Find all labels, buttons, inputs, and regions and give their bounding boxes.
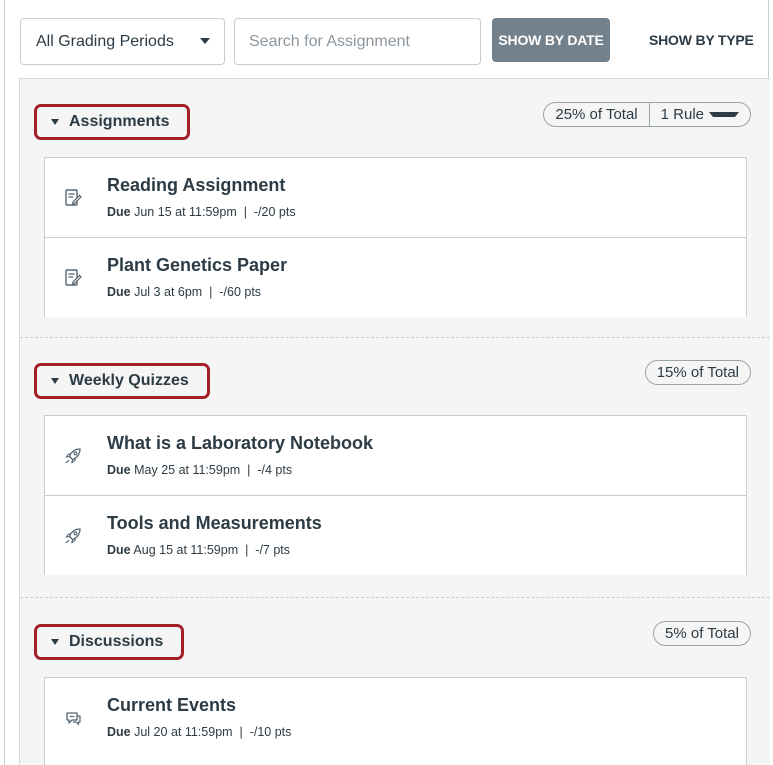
due-date: Jun 15 at 11:59pm — [134, 205, 237, 219]
group-weight: 25% of Total — [555, 106, 638, 123]
caret-down-icon — [51, 639, 59, 645]
item-title[interactable]: Reading Assignment — [107, 175, 285, 196]
points: -/4 pts — [257, 463, 293, 477]
group-weight-pill: 15% of Total — [644, 360, 751, 385]
separator: | — [209, 285, 213, 299]
assignments-page: All Grading Periods SHOW BY DATE SHOW BY… — [4, 0, 770, 765]
caret-down-icon — [51, 119, 59, 125]
list-item[interactable]: Plant Genetics Paper Due Jul 3 at 6pm | … — [45, 238, 746, 318]
item-meta: Due Jul 3 at 6pm | -/60 pts — [107, 285, 261, 299]
group-items: What is a Laboratory Notebook Due May 25… — [44, 415, 747, 575]
separator: | — [247, 463, 251, 477]
rules-dropdown[interactable]: 1 Rule — [648, 103, 750, 126]
group-items: Reading Assignment Due Jun 15 at 11:59pm… — [44, 157, 747, 317]
points: -/20 pts — [253, 205, 296, 219]
group-weight: 15% of Total — [656, 364, 739, 381]
assignment-group-discussions: Discussions 5% of Total Current Events D… — [20, 597, 770, 765]
assignment-groups-panel: Assignments 25% of Total 1 Rule Reading … — [19, 78, 770, 765]
list-item[interactable]: Tools and Measurements Due Aug 15 at 11:… — [45, 496, 746, 576]
group-weight-pill: 5% of Total — [653, 621, 751, 646]
group-toggle-discussions[interactable]: Discussions — [34, 624, 185, 660]
chevron-down-icon — [200, 38, 210, 44]
group-toggle-assignments[interactable]: Assignments — [34, 104, 191, 140]
due-label: Due — [107, 285, 131, 299]
show-by-type-button[interactable]: SHOW BY TYPE — [649, 18, 754, 62]
group-header: Discussions 5% of Total — [20, 597, 770, 675]
due-date: Jul 20 at 11:59pm — [134, 725, 233, 739]
group-name: Assignments — [69, 113, 170, 130]
item-title[interactable]: Current Events — [107, 695, 236, 716]
due-label: Due — [107, 205, 131, 219]
points: -/10 pts — [249, 725, 292, 739]
grading-period-value: All Grading Periods — [36, 32, 174, 50]
due-date: May 25 at 11:59pm — [134, 463, 241, 477]
toolbar: All Grading Periods SHOW BY DATE SHOW BY… — [5, 0, 768, 80]
group-header: Weekly Quizzes 15% of Total — [20, 337, 770, 415]
chevron-down-icon — [709, 112, 739, 117]
grading-period-select[interactable]: All Grading Periods — [20, 18, 225, 65]
show-by-date-button[interactable]: SHOW BY DATE — [492, 18, 610, 62]
due-date: Jul 3 at 6pm — [134, 285, 203, 299]
discussion-icon — [66, 712, 81, 726]
group-name: Weekly Quizzes — [69, 372, 189, 389]
quiz-rocket-icon — [65, 448, 81, 464]
item-title[interactable]: What is a Laboratory Notebook — [107, 433, 373, 454]
item-meta: Due Jun 15 at 11:59pm | -/20 pts — [107, 205, 296, 219]
list-item[interactable]: What is a Laboratory Notebook Due May 25… — [45, 416, 746, 496]
group-weight: 5% of Total — [665, 625, 739, 642]
assignment-icon — [65, 269, 82, 286]
item-meta: Due May 25 at 11:59pm | -/4 pts — [107, 463, 292, 477]
item-meta: Due Jul 20 at 11:59pm | -/10 pts — [107, 725, 291, 739]
list-item[interactable]: Current Events Due Jul 20 at 11:59pm | -… — [45, 678, 746, 758]
caret-down-icon — [51, 378, 59, 384]
due-date: Aug 15 at 11:59pm — [133, 543, 239, 557]
item-title[interactable]: Plant Genetics Paper — [107, 255, 287, 276]
separator: | — [245, 543, 249, 557]
group-toggle-weekly-quizzes[interactable]: Weekly Quizzes — [34, 363, 210, 399]
due-label: Due — [107, 543, 131, 557]
separator: | — [239, 725, 243, 739]
item-meta: Due Aug 15 at 11:59pm | -/7 pts — [107, 543, 290, 557]
due-label: Due — [107, 463, 131, 477]
group-name: Discussions — [69, 633, 164, 650]
group-items: Current Events Due Jul 20 at 11:59pm | -… — [44, 677, 747, 765]
points: -/7 pts — [255, 543, 291, 557]
search-input[interactable] — [234, 18, 481, 65]
list-item[interactable]: Reading Assignment Due Jun 15 at 11:59pm… — [45, 158, 746, 238]
points: -/60 pts — [219, 285, 262, 299]
due-label: Due — [107, 725, 131, 739]
rules-label: 1 Rule — [660, 106, 704, 123]
separator: | — [243, 205, 247, 219]
item-title[interactable]: Tools and Measurements — [107, 513, 322, 534]
group-header: Assignments 25% of Total 1 Rule — [20, 79, 770, 157]
group-weight-pill: 25% of Total 1 Rule — [543, 102, 751, 127]
quiz-rocket-icon — [65, 528, 81, 544]
assignment-icon — [65, 189, 82, 206]
assignment-group-assignments: Assignments 25% of Total 1 Rule Reading … — [20, 79, 770, 317]
assignment-group-weekly-quizzes: Weekly Quizzes 15% of Total What is a La… — [20, 337, 770, 575]
